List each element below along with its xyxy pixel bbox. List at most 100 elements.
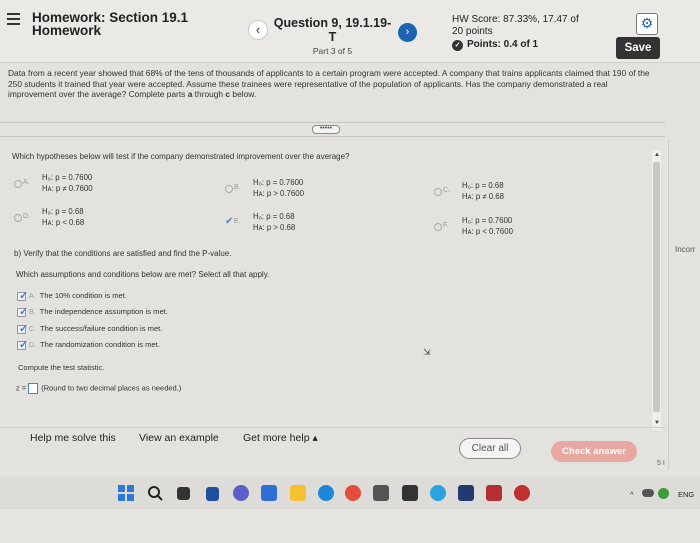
question-part-text: Part 3 of 5	[312, 46, 353, 56]
cloud-icon[interactable]	[642, 489, 654, 497]
page-number: 5 I	[657, 460, 665, 467]
compute-prompt: Compute the test statistic.	[18, 363, 105, 372]
view-example-button[interactable]: View an example	[139, 432, 219, 444]
scrollbar-thumb[interactable]	[653, 162, 660, 412]
tray-chevron-icon[interactable]: ^	[630, 490, 634, 499]
header-bar: Homework: Section 19.1 Homework ‹ Questi…	[0, 0, 700, 63]
store-icon[interactable]	[402, 485, 418, 501]
points-status-icon: ✓	[452, 39, 463, 51]
bezel	[0, 509, 700, 543]
null-hypothesis: H₀: p = 0.7600	[42, 173, 93, 182]
side-divider	[668, 140, 669, 470]
incorrect-label: Incorr	[675, 245, 696, 254]
null-hypothesis: H₀: p = 0.7600	[462, 216, 513, 225]
radio-f[interactable]	[434, 223, 442, 231]
through-text: through	[192, 89, 226, 99]
option-hypotheses: H₀: p = 0.7600 Hᴀ: p ≠ 0.7600	[42, 172, 93, 194]
condition-text: The success/failure condition is met.	[40, 324, 163, 333]
option-letter: F.	[443, 222, 449, 229]
course-title: Homework: Section 19.1 Homework	[32, 11, 188, 38]
app-icon[interactable]	[486, 485, 502, 501]
app-icon[interactable]	[458, 485, 474, 501]
problem-statement: Data from a recent year showed that 68% …	[8, 68, 658, 100]
points-row: ✓ Points: 0.4 of 1	[452, 39, 579, 51]
condition-c[interactable]: ✓ C. The success/failure condition is met.	[17, 322, 163, 335]
chrome-browser-icon[interactable]	[345, 485, 361, 501]
condition-checkbox[interactable]: ✓	[17, 289, 29, 302]
radio-a[interactable]	[14, 180, 22, 188]
condition-checkbox[interactable]: ✓	[17, 338, 29, 351]
clear-all-button[interactable]: Clear all	[459, 438, 521, 459]
condition-d[interactable]: ✓ D. The randomization condition is met.	[17, 338, 160, 351]
tray-app-icon[interactable]	[658, 488, 669, 499]
check-icon: ✓	[19, 305, 29, 318]
option-hypotheses: H₀: p = 0.7600 Hᴀ: p < 0.7600	[462, 215, 513, 237]
app-icon[interactable]	[261, 485, 277, 501]
check-icon: ✓	[19, 338, 29, 351]
footer-divider	[0, 427, 665, 428]
condition-letter: B.	[29, 309, 36, 316]
condition-text: The randomization condition is met.	[40, 340, 160, 349]
option-letter: E.	[234, 218, 241, 225]
search-icon[interactable]	[147, 485, 163, 501]
file-explorer-icon[interactable]	[290, 485, 306, 501]
windows-start-icon[interactable]	[118, 485, 134, 501]
next-question-button[interactable]: ›	[398, 23, 417, 42]
z-hint: (Round to two decimal places as needed.)	[41, 383, 182, 393]
problem-text-end: below.	[230, 89, 257, 99]
part-b-title: b) Verify that the conditions are satisf…	[14, 249, 232, 258]
condition-text: The 10% condition is met.	[39, 291, 127, 300]
alt-hypothesis: Hᴀ: p < 0.68	[42, 218, 85, 227]
divider	[0, 122, 665, 123]
help-me-solve-button[interactable]: Help me solve this	[30, 432, 116, 444]
null-hypothesis: H₀: p = 0.68	[42, 207, 84, 216]
radio-d[interactable]	[14, 214, 22, 222]
condition-checkbox[interactable]: ✓	[17, 322, 29, 335]
mouse-cursor-icon: ⇲	[423, 347, 431, 357]
scroll-up-icon[interactable]: ▲	[654, 152, 660, 158]
alt-hypothesis: Hᴀ: p > 0.68	[253, 223, 296, 232]
check-icon: ✓	[19, 289, 29, 302]
condition-b[interactable]: ✓ B. The independence assumption is met.	[17, 305, 168, 318]
save-button[interactable]: Save	[616, 37, 660, 59]
get-more-help-button[interactable]: Get more help ▴	[243, 432, 318, 444]
hw-score: HW Score: 87.33%, 17.47 of	[452, 14, 579, 25]
alt-hypothesis: Hᴀ: p ≠ 0.68	[462, 192, 504, 201]
condition-letter: D.	[29, 342, 36, 349]
selected-check-icon: ✔	[225, 216, 234, 227]
z-answer-row: z = (Round to two decimal places as neede…	[16, 383, 181, 394]
task-view-icon[interactable]	[177, 487, 190, 500]
edge-browser-icon[interactable]	[318, 485, 334, 501]
radio-c[interactable]	[434, 188, 442, 196]
condition-checkbox[interactable]: ✓	[17, 305, 29, 318]
option-letter: A.	[23, 179, 30, 186]
condition-a[interactable]: ✓ A. The 10% condition is met.	[17, 289, 127, 302]
course-title-line2: Homework	[32, 23, 102, 38]
scroll-down-icon[interactable]: ▼	[654, 420, 660, 426]
z-label: z =	[16, 383, 27, 393]
null-hypothesis: H₀: p = 0.68	[462, 181, 504, 190]
problem-text: Data from a recent year showed that 68% …	[8, 68, 650, 99]
condition-letter: C.	[29, 326, 36, 333]
check-icon: ✓	[19, 322, 29, 335]
language-indicator[interactable]: ENG	[678, 490, 694, 499]
conditions-prompt: Which assumptions and conditions below a…	[16, 270, 270, 279]
radio-b[interactable]	[225, 185, 233, 193]
hypotheses-prompt: Which hypotheses below will test if the …	[12, 152, 350, 161]
hamburger-menu-icon[interactable]	[7, 13, 20, 28]
app-icon[interactable]	[430, 485, 446, 501]
settings-gear-icon[interactable]: ⚙	[636, 13, 658, 35]
widgets-icon[interactable]	[206, 487, 219, 501]
z-input[interactable]	[28, 383, 39, 394]
alt-hypothesis: Hᴀ: p ≠ 0.7600	[42, 184, 93, 193]
app-icon[interactable]	[514, 485, 530, 501]
teams-chat-icon[interactable]	[233, 485, 249, 501]
previous-question-button[interactable]: ‹	[248, 20, 268, 40]
divider	[0, 136, 665, 137]
score-panel: HW Score: 87.33%, 17.47 of 20 points ✓ P…	[452, 14, 579, 51]
calendar-app-icon[interactable]	[373, 485, 389, 501]
option-hypotheses: H₀: p = 0.68 Hᴀ: p > 0.68	[253, 211, 295, 233]
check-answer-button[interactable]: Check answer	[551, 441, 637, 462]
expand-problem-button[interactable]: •••••	[312, 125, 340, 134]
alt-hypothesis: Hᴀ: p > 0.7600	[253, 189, 304, 198]
